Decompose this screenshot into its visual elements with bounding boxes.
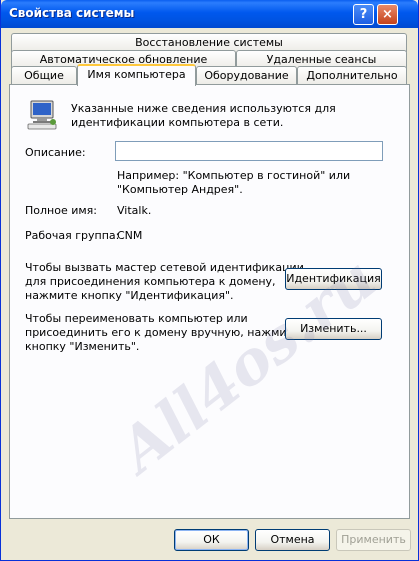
tab-computer-name[interactable]: Имя компьютера [77,64,196,86]
example-text-line2: "Компьютер Андрея". [117,183,243,196]
help-button[interactable]: ? [353,4,374,25]
cancel-button[interactable]: Отмена [255,529,330,551]
description-label: Описание: [25,146,86,159]
info-text-line2: идентификации компьютера в сети. [71,116,284,129]
apply-button[interactable]: Применить [336,529,411,551]
window-title: Свойства системы [9,6,135,20]
full-name-label: Полное имя: [25,204,97,217]
tab-advanced[interactable]: Дополнительно [297,66,407,85]
tab-hardware[interactable]: Оборудование [196,66,297,85]
workgroup-value: CNM [117,229,143,242]
title-bar[interactable]: Свойства системы ? × [1,0,418,28]
ok-button[interactable]: ОК [174,529,249,551]
rename-text-line1: Чтобы переименовать компьютер или [25,312,248,325]
computer-icon [27,100,57,130]
wizard-text-line3: нажмите кнопку "Идентификация". [25,289,234,302]
system-properties-window: Свойства системы ? × Восстановление сист… [0,0,419,561]
workgroup-label: Рабочая группа: [25,229,120,242]
tab-general[interactable]: Общие [11,66,77,85]
info-text-line1: Указанные ниже сведения используются для [71,102,336,115]
description-input[interactable] [115,141,383,161]
rename-text-line3: кнопку "Изменить". [25,340,140,353]
wizard-text-line1: Чтобы вызвать мастер сетевой идентификац… [25,261,304,274]
wizard-text-line2: для присоединения компьютера к домену, [25,275,276,288]
close-button[interactable]: × [377,4,398,25]
full-name-value: Vitalk. [117,204,152,217]
example-text-line1: Например: "Компьютер в гостиной" или [117,169,351,182]
